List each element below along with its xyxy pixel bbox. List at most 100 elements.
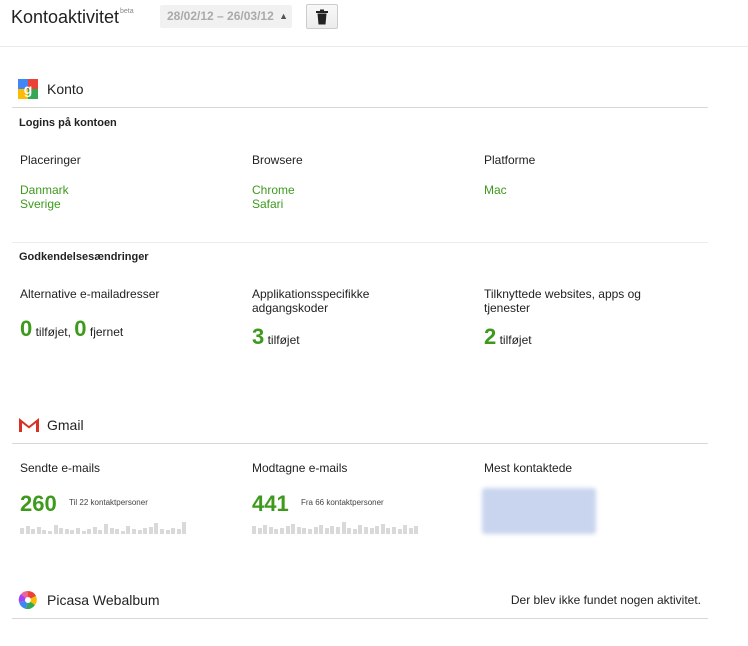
alt-email-removed-label: fjernet <box>89 325 124 339</box>
received-contacts-note: Fra 66 kontaktpersoner <box>301 498 384 507</box>
date-range-select[interactable]: 28/02/12 – 26/03/12 ▲ <box>160 5 292 28</box>
sent-emails-label: Sendte e-mails <box>20 461 101 475</box>
svg-text:g: g <box>24 81 33 97</box>
top-bar: Kontoaktivitet beta 28/02/12 – 26/03/12 … <box>0 0 748 47</box>
location-link[interactable]: Sverige <box>20 197 61 211</box>
connected-sites-stats: 2 tilføjet <box>484 324 532 350</box>
sent-contacts-note: Til 22 kontaktpersoner <box>69 498 148 507</box>
divider <box>12 443 708 444</box>
sparkline-bar <box>408 528 413 534</box>
sparkline-bar <box>171 528 176 534</box>
most-contacted-blurred-list <box>482 488 596 534</box>
app-passwords-label-line1: Applikationsspecifikke <box>252 287 370 301</box>
sparkline-bar <box>104 524 108 534</box>
connected-sites-label: Tilknyttede websites, apps og tjenester <box>484 287 641 315</box>
connected-sites-label-line1: Tilknyttede websites, apps og <box>484 287 641 301</box>
sparkline-bar <box>182 522 187 534</box>
divider <box>12 107 708 108</box>
sparkline-bar <box>109 528 114 534</box>
sparkline-bar <box>358 525 363 534</box>
sparkline-bar <box>20 528 24 534</box>
received-count-value: 441 <box>252 491 289 516</box>
page-title: Kontoaktivitet <box>11 7 120 27</box>
connected-sites-label-line2: tjenester <box>484 301 531 315</box>
sparkline-bar <box>148 527 153 534</box>
sparkline-bar <box>143 528 148 534</box>
sparkline-bar <box>25 526 30 534</box>
sent-count-value: 260 <box>20 491 57 516</box>
konto-title: Konto <box>47 81 84 97</box>
received-emails-label: Modtagne e-mails <box>252 461 348 475</box>
trash-icon <box>316 9 328 25</box>
sparkline-bar <box>414 526 419 534</box>
sparkline-bar <box>257 528 262 534</box>
sparkline-bar <box>160 529 164 534</box>
gmail-title: Gmail <box>47 417 84 433</box>
sparkline-bar <box>36 527 41 534</box>
platform-link[interactable]: Mac <box>484 183 507 197</box>
sparkline-bar <box>53 525 58 534</box>
connected-sites-count-label: tilføjet <box>499 333 532 347</box>
sent-sparkline <box>20 520 188 534</box>
app-passwords-stats: 3 tilføjet <box>252 324 300 350</box>
sparkline-bar <box>31 529 36 534</box>
sparkline-bar <box>380 524 385 534</box>
alt-email-added-count: 0 <box>20 316 33 341</box>
sparkline-bar <box>324 528 329 534</box>
browser-link[interactable]: Safari <box>252 197 283 211</box>
location-link[interactable]: Danmark <box>20 183 69 197</box>
sparkline-bar <box>76 528 80 534</box>
alt-email-stats: 0 tilføjet, 0 fjernet <box>20 316 123 342</box>
sparkline-bar <box>132 529 136 534</box>
sparkline-bar <box>352 529 357 534</box>
beta-badge: beta <box>120 8 134 15</box>
divider <box>12 242 708 243</box>
sparkline-bar <box>42 530 47 534</box>
sparkline-bar <box>403 525 408 534</box>
sparkline-bar <box>369 528 374 534</box>
sparkline-bar <box>92 527 97 534</box>
sparkline-bar <box>375 526 380 534</box>
app-passwords-label: Applikationsspecifikke adgangskoder <box>252 287 369 315</box>
sparkline-bar <box>336 527 340 534</box>
sparkline-bar <box>98 530 103 534</box>
sparkline-bar <box>392 527 396 534</box>
alt-email-removed-count: 0 <box>74 316 87 341</box>
platforms-label: Platforme <box>484 153 536 167</box>
sparkline-bar <box>319 525 324 534</box>
sparkline-bar <box>296 527 301 534</box>
sparkline-bar <box>313 527 318 534</box>
sparkline-bar <box>341 522 346 534</box>
date-range-value: 28/02/12 – 26/03/12 <box>167 9 274 23</box>
browsers-label: Browsere <box>252 153 303 167</box>
no-activity-message: Der blev ikke fundet nogen aktivitet. <box>510 593 701 607</box>
sparkline-bar <box>268 527 273 534</box>
most-contacted-label: Mest kontaktede <box>484 461 573 475</box>
sparkline-bar <box>347 528 352 534</box>
select-arrows-icon: ▲ <box>279 11 288 21</box>
sparkline-bar <box>274 529 279 534</box>
picasa-title: Picasa Webalbum <box>47 592 160 608</box>
auth-changes-heading: Godkendelsesændringer <box>19 251 149 263</box>
app-passwords-count-label: tilføjet <box>267 333 300 347</box>
sparkline-bar <box>330 526 335 534</box>
sent-count: 260 <box>20 491 57 517</box>
browser-link[interactable]: Chrome <box>252 183 295 197</box>
sparkline-bar <box>126 526 131 534</box>
sparkline-bar <box>291 524 296 534</box>
sparkline-bar <box>48 531 52 534</box>
sparkline-bar <box>59 528 64 534</box>
sparkline-bar <box>115 529 120 534</box>
sparkline-bar <box>397 529 402 534</box>
app-passwords-count: 3 <box>252 324 265 349</box>
delete-button[interactable] <box>306 4 338 29</box>
received-sparkline <box>252 520 420 534</box>
received-count: 441 <box>252 491 289 517</box>
sparkline-bar <box>252 526 256 534</box>
sparkline-bar <box>308 529 312 534</box>
sparkline-bar <box>176 529 181 534</box>
sparkline-bar <box>154 523 159 534</box>
app-passwords-label-line2: adgangskoder <box>252 301 329 315</box>
sparkline-bar <box>280 528 284 534</box>
alt-email-label: Alternative e-mailadresser <box>20 287 160 301</box>
